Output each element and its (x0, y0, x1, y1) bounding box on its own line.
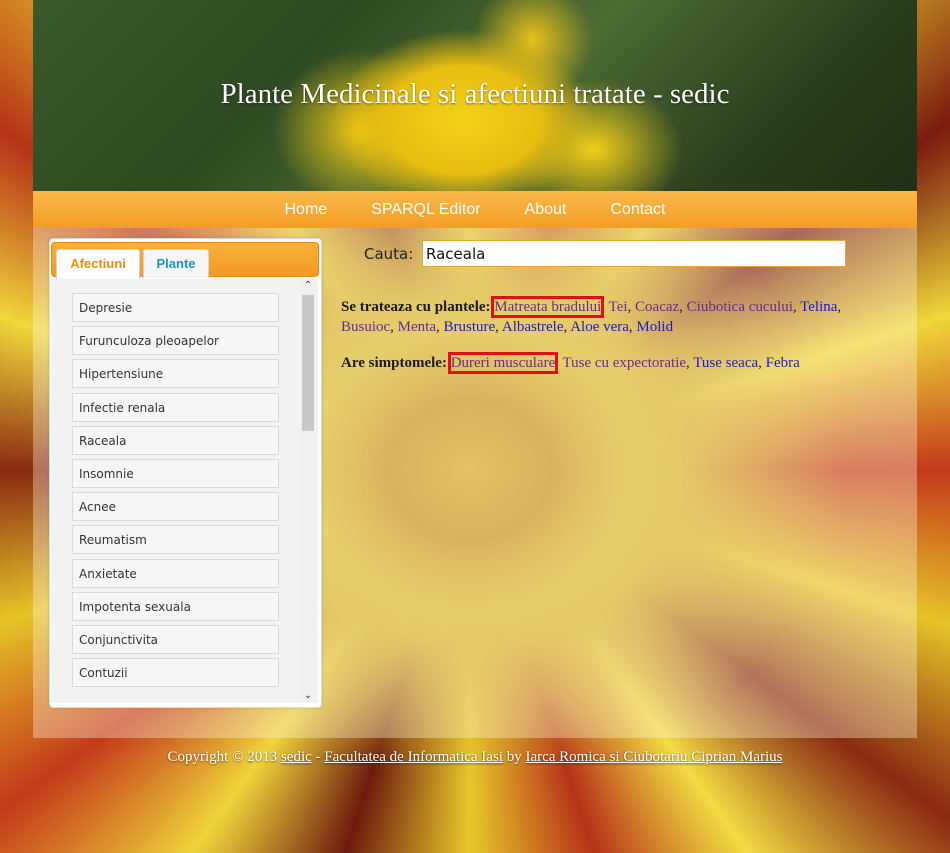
list-scrollbar[interactable]: ⌃ ⌄ (300, 279, 316, 703)
nav-contact[interactable]: Contact (610, 191, 665, 228)
symptom-link[interactable]: Tuse cu expectoratie (562, 355, 686, 371)
list-item[interactable]: Conjunctivita (72, 625, 279, 654)
footer-copyright: Copyright © 2013 (167, 749, 278, 765)
nav-about[interactable]: About (525, 191, 567, 228)
afectiuni-list[interactable]: Depresie Furunculoza pleoapelor Hipertensi… (51, 279, 318, 703)
site-title: Plante Medicinale si afectiuni tratate -… (220, 78, 730, 110)
tab-afectiuni[interactable]: Afectiuni (56, 249, 140, 279)
scroll-down-arrow-icon[interactable]: ⌄ (300, 689, 316, 703)
symptoms-result: Are simptomele: Dureri musculare, Tuse c… (341, 352, 871, 374)
scroll-up-arrow-icon[interactable]: ⌃ (300, 279, 316, 293)
symptom-link[interactable]: Tuse seaca (693, 355, 758, 371)
tab-plante[interactable]: Plante (143, 249, 209, 278)
tab-bar: Afectiuni Plante (51, 242, 319, 279)
footer-separator: - (315, 749, 321, 765)
list-item[interactable]: Infectie renala (72, 392, 279, 422)
search-label: Cauta: (364, 245, 414, 263)
plant-link[interactable]: Albastrele (502, 319, 564, 335)
list-item[interactable]: Insomnie (72, 459, 279, 488)
list-item[interactable]: Hipertensiune (72, 359, 279, 389)
sidebar-panel: Afectiuni Plante Depresie Furunculoza ple… (49, 238, 322, 708)
plant-link[interactable]: Ciubotica cucului (687, 299, 793, 315)
list-item[interactable]: Anxietate (72, 558, 279, 588)
plants-result: Se trateaza cu plantele: Matreata bradul… (341, 296, 871, 337)
footer-authors-link[interactable]: Iarca Romica si Ciubotariu Ciprian Mariu… (525, 749, 782, 765)
scroll-thumb[interactable] (302, 295, 314, 431)
nav-sparql-editor[interactable]: SPARQL Editor (371, 191, 480, 228)
footer-faculty-link[interactable]: Facultatea de Informatica Iasi (324, 749, 503, 765)
footer-by: by (506, 749, 522, 765)
plant-link[interactable]: Menta (398, 319, 436, 335)
plant-link[interactable]: Telina (800, 299, 837, 315)
symptoms-label: Are simptomele: (341, 355, 447, 371)
plant-link[interactable]: Brusture (444, 319, 496, 335)
plant-link[interactable]: Matreata bradului (491, 296, 605, 318)
nav-home[interactable]: Home (284, 191, 327, 228)
list-item[interactable]: Impotenta sexuala (72, 591, 279, 621)
footer-site-link[interactable]: sedic (281, 749, 312, 765)
plant-link[interactable]: Aloe vera (570, 319, 629, 335)
list-item[interactable]: Raceala (72, 425, 279, 455)
search-input[interactable] (422, 240, 846, 267)
plants-label: Se trateaza cu plantele: (341, 299, 491, 315)
plant-link[interactable]: Molid (636, 319, 673, 335)
plant-link[interactable]: Coacaz (635, 299, 679, 315)
list-item[interactable]: Depresie (72, 293, 279, 322)
plant-link[interactable]: Tei (609, 299, 628, 315)
header-banner: Plante Medicinale si afectiuni tratate -… (33, 0, 917, 191)
footer: Copyright © 2013 sedic - Facultatea de I… (0, 749, 950, 766)
symptom-link[interactable]: Dureri musculare (447, 352, 559, 374)
nav-bar: Home SPARQL Editor About Contact (33, 191, 917, 228)
list-item[interactable]: Contuzii (72, 658, 279, 688)
list-item[interactable]: Furunculoza pleoapelor (72, 326, 279, 356)
list-item[interactable]: Reumatism (72, 525, 279, 555)
symptoms-list: Dureri musculare, Tuse cu expectoratie, … (447, 352, 800, 374)
plant-link[interactable]: Busuioc (341, 319, 390, 335)
symptom-link[interactable]: Febra (766, 355, 800, 371)
list-item[interactable]: Acnee (72, 492, 279, 522)
